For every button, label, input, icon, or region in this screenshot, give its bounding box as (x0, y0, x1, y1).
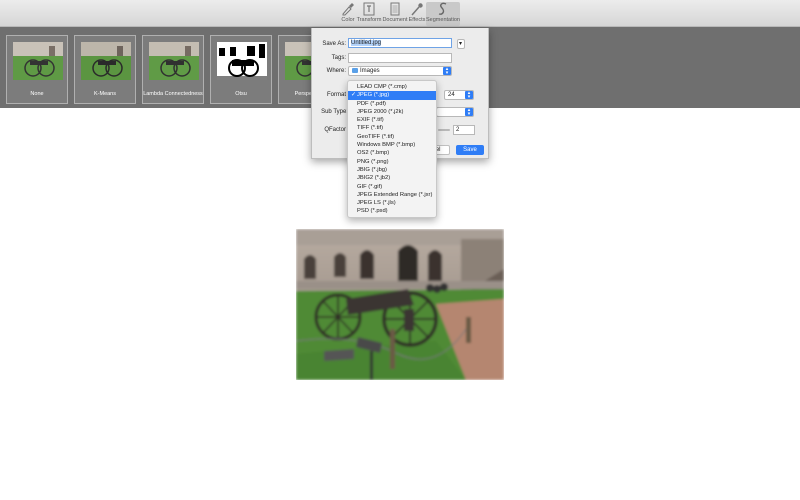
tags-field[interactable] (348, 53, 452, 63)
chevron-down-icon: ▾ (459, 41, 463, 47)
expand-dialog-button[interactable]: ▾ (457, 39, 465, 49)
sub-type-label: Sub Type: (321, 109, 348, 115)
menu-item-label: JBIG (*.jbg) (357, 166, 387, 173)
bits-per-pixel-popup[interactable]: 24 ▴ ▾ (444, 90, 474, 100)
thumbnail-label: K-Means (93, 91, 116, 97)
menu-item-label: JBIG2 (*.jb2) (357, 175, 391, 182)
sub-type-popup[interactable]: ▴ ▾ (436, 107, 474, 117)
menu-item-label: OS2 (*.bmp) (357, 150, 390, 157)
save-as-field[interactable]: Untitled.jpg (348, 38, 452, 48)
save-button[interactable]: Save (456, 145, 484, 155)
menu-item-label: PNG (*.png) (357, 158, 389, 165)
menu-item-label: JPEG 2000 (*.j2k) (357, 108, 404, 115)
menu-item-label: Windows BMP (*.bmp) (357, 142, 416, 149)
tool-segmentation[interactable]: Segmentation (426, 2, 460, 26)
menu-item-os2[interactable]: OS2 (*.bmp) (348, 149, 436, 157)
menu-item-label: GeoTIFF (*.tif) (357, 133, 395, 140)
menu-item-windows-bmp[interactable]: Windows BMP (*.bmp) (348, 141, 436, 149)
format-label: Format (326, 92, 346, 98)
toolbar: Color Transform Document Effects Segment… (0, 0, 800, 27)
where-value: Images (360, 68, 380, 74)
thumbnail-image (13, 42, 63, 80)
save-as-value: Untitled.jpg (351, 40, 382, 46)
qfactor-slider[interactable] (438, 129, 450, 131)
format-dropdown-menu: LEAD CMP (*.cmp) ✓ JPEG (*.jpg) PDF (*.pd… (347, 80, 437, 218)
bits-per-pixel-value: 24 (448, 92, 455, 98)
menu-item-geotiff[interactable]: GeoTIFF (*.tif) (348, 133, 436, 141)
menu-item-jpeg-ls[interactable]: JPEG LS (*.jls) (348, 199, 436, 207)
thumbnail-label: Lambda Connectedness (143, 91, 203, 97)
menu-item-label: JPEG (*.jpg) (357, 92, 390, 99)
popup-stepper-icon: ▴ ▾ (443, 67, 451, 76)
menu-item-label: GIF (*.gif) (357, 183, 383, 190)
menu-item-lead-cmp[interactable]: LEAD CMP (*.cmp) (348, 83, 436, 91)
tags-label: Tags: (331, 55, 346, 61)
menu-item-jbig[interactable]: JBIG (*.jbg) (348, 166, 436, 174)
tool-label: Segmentation (426, 17, 460, 23)
thumbnail-image (81, 42, 131, 80)
menu-item-jpeg-2000[interactable]: JPEG 2000 (*.j2k) (348, 108, 436, 116)
menu-item-label: LEAD CMP (*.cmp) (357, 84, 407, 90)
thumbnail-image (149, 42, 199, 80)
cannon-photo (296, 229, 504, 380)
menu-item-label: PSD (*.psd) (357, 208, 388, 215)
menu-item-psd[interactable]: PSD (*.psd) (348, 207, 436, 215)
thumbnail-label: None (30, 91, 44, 97)
where-popup[interactable]: Images ▴ ▾ (348, 66, 452, 76)
thumbnail-none[interactable]: None (6, 35, 68, 104)
menu-item-gif[interactable]: GIF (*.gif) (348, 183, 436, 191)
menu-item-label: JPEG LS (*.jls) (357, 200, 396, 207)
menu-item-label: JPEG Extended Range (*.jxr) (357, 191, 433, 198)
menu-item-jbig2[interactable]: JBIG2 (*.jb2) (348, 174, 436, 182)
menu-item-label: PDF (*.pdf) (357, 100, 386, 107)
qfactor-field[interactable]: 2 (453, 125, 475, 135)
menu-item-png[interactable]: PNG (*.png) (348, 158, 436, 166)
menu-item-label: TIFF (*.tif) (357, 125, 384, 132)
transform-icon (363, 2, 375, 16)
menu-item-pdf[interactable]: PDF (*.pdf) (348, 100, 436, 108)
qfactor-label: QFactor (324, 127, 346, 133)
popup-stepper-icon: ▴ ▾ (465, 91, 473, 100)
popup-stepper-icon: ▴ ▾ (465, 108, 473, 117)
menu-item-exif[interactable]: EXIF (*.tif) (348, 116, 436, 124)
main-image (296, 229, 504, 380)
folder-icon (352, 67, 358, 73)
checkmark-icon: ✓ (351, 92, 356, 99)
thumbnail-otsu[interactable]: Otsu (210, 35, 272, 104)
effects-wand-icon (411, 3, 423, 16)
menu-item-jpeg[interactable]: ✓ JPEG (*.jpg) (348, 91, 436, 100)
where-label: Where: (326, 68, 346, 74)
thumbnail-label: Otsu (235, 91, 247, 97)
menu-item-label: EXIF (*.tif) (357, 117, 384, 124)
save-as-label: Save As: (322, 41, 346, 47)
thumbnail-image (217, 42, 267, 80)
segmentation-icon (438, 2, 447, 15)
menu-item-tiff[interactable]: TIFF (*.tif) (348, 124, 436, 132)
menu-item-jpeg-extended-range[interactable]: JPEG Extended Range (*.jxr) (348, 191, 436, 199)
thumbnail-k-means[interactable]: K-Means (74, 35, 136, 104)
thumbnail-lambda-connectedness[interactable]: Lambda Connectedness (142, 35, 204, 104)
